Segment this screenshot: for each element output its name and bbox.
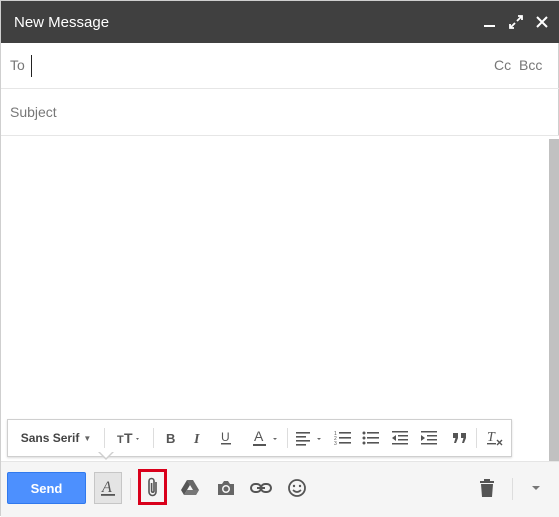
scrollbar-thumb[interactable]: [549, 139, 559, 461]
message-body[interactable]: [1, 136, 547, 419]
text-color-icon[interactable]: A: [248, 420, 284, 456]
svg-text:U: U: [221, 430, 230, 444]
to-field[interactable]: [31, 55, 476, 77]
svg-text:T: T: [117, 434, 124, 446]
quote-icon[interactable]: [447, 420, 473, 456]
send-button[interactable]: Send: [7, 472, 86, 504]
minimize-icon[interactable]: [480, 12, 500, 32]
close-icon[interactable]: [532, 12, 552, 32]
text-size-icon[interactable]: TT: [111, 420, 147, 456]
emoji-icon[interactable]: [283, 474, 311, 502]
link-icon[interactable]: [247, 474, 275, 502]
trash-icon[interactable]: [473, 474, 501, 502]
svg-text:A: A: [101, 479, 112, 496]
to-row: To Cc Bcc: [1, 43, 559, 89]
svg-text:T: T: [124, 430, 133, 446]
formatting-toolbar-pointer-fill: [99, 451, 113, 458]
drive-icon[interactable]: [176, 474, 204, 502]
italic-icon[interactable]: I: [186, 420, 210, 456]
compose-bottom-toolbar: Send A: [1, 461, 559, 517]
bulleted-list-icon[interactable]: [358, 420, 384, 456]
pop-out-icon[interactable]: [506, 12, 526, 32]
numbered-list-icon[interactable]: 123: [330, 420, 356, 456]
compose-title: New Message: [14, 14, 110, 31]
remove-formatting-icon[interactable]: T: [482, 420, 508, 456]
subject-row: [1, 89, 559, 136]
svg-text:B: B: [166, 431, 175, 445]
cc-link[interactable]: Cc: [494, 57, 511, 73]
font-family-label: Sans Serif: [20, 431, 80, 445]
attach-icon[interactable]: [138, 469, 167, 505]
svg-text:A: A: [254, 429, 264, 444]
subject-field[interactable]: [1, 89, 541, 135]
bold-icon[interactable]: B: [159, 420, 183, 456]
indent-less-icon[interactable]: [387, 420, 413, 456]
formatting-toolbar: Sans Serif ▼ TT B I U A 123 T: [7, 419, 512, 457]
align-icon[interactable]: [292, 420, 328, 456]
svg-text:I: I: [193, 432, 200, 445]
svg-text:T: T: [487, 430, 496, 445]
to-label: To: [10, 57, 25, 73]
compose-titlebar[interactable]: New Message: [1, 1, 559, 43]
font-family-select[interactable]: Sans Serif ▼: [14, 420, 98, 456]
indent-more-icon[interactable]: [416, 420, 442, 456]
svg-text:3: 3: [334, 441, 337, 446]
bcc-link[interactable]: Bcc: [519, 57, 542, 73]
underline-icon[interactable]: U: [214, 420, 238, 456]
formatting-options-icon[interactable]: A: [94, 472, 122, 504]
compose-window: New Message To Cc Bcc Sans Serif ▼ TT: [0, 0, 559, 517]
photo-icon[interactable]: [212, 474, 240, 502]
more-options-icon[interactable]: [526, 476, 546, 500]
chevron-down-icon: ▼: [83, 433, 92, 443]
